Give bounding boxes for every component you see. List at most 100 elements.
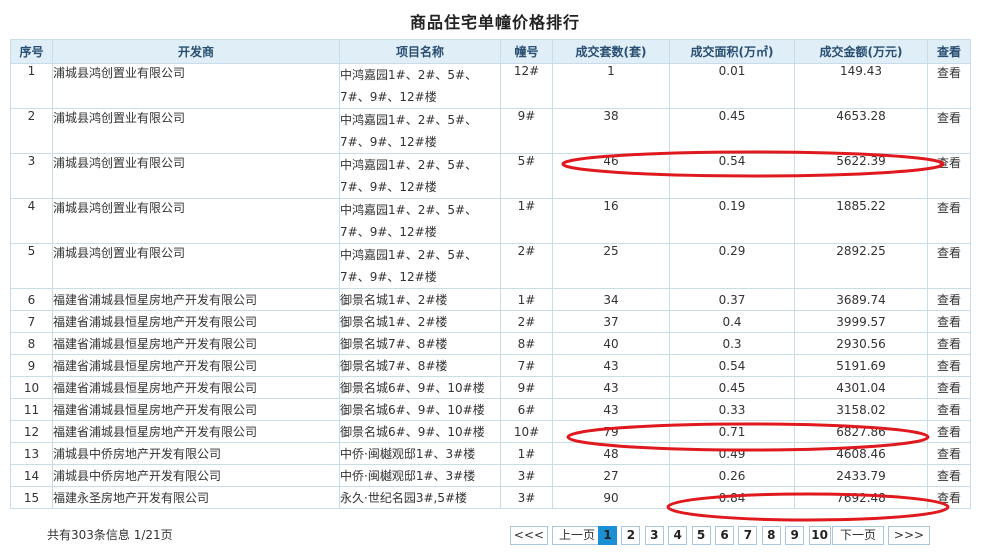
row-number: 3 — [10, 153, 53, 199]
building-cell: 1# — [500, 442, 553, 465]
page-button-active[interactable]: 1 — [598, 526, 617, 545]
column-header-building: 幢号 — [500, 39, 553, 64]
page-button[interactable]: 2 — [621, 526, 641, 545]
developer-cell: 浦城县鸿创置业有限公司 — [52, 63, 340, 109]
area-cell: 0.26 — [669, 464, 795, 487]
amount-cell: 1885.22 — [794, 198, 928, 244]
developer-cell: 浦城县鸿创置业有限公司 — [52, 243, 340, 289]
amount-cell: 2433.79 — [794, 464, 928, 487]
amount-cell: 3689.74 — [794, 288, 928, 311]
area-cell: 0.49 — [669, 442, 795, 465]
project-cell: 御景名城6#、9#、10#楼 — [339, 420, 501, 443]
project-cell: 御景名城6#、9#、10#楼 — [339, 376, 501, 399]
amount-cell: 4301.04 — [794, 376, 928, 399]
building-cell: 9# — [500, 376, 553, 399]
view-link[interactable]: 查看 — [927, 464, 971, 487]
view-link[interactable]: 查看 — [927, 332, 971, 355]
table-row: 7 福建省浦城县恒星房地产开发有限公司 御景名城1#、2#楼 2# 37 0.4 3999.… — [10, 310, 971, 333]
amount-cell: 7692.48 — [794, 486, 928, 509]
column-header-no: 序号 — [10, 39, 53, 64]
building-cell: 1# — [500, 288, 553, 311]
amount-cell: 4653.28 — [794, 108, 928, 154]
table-row: 3 浦城县鸿创置业有限公司 中鸿嘉园1#、2#、5#、 7#、9#、12#楼 5# 46 0… — [10, 153, 971, 199]
amount-cell: 3999.57 — [794, 310, 928, 333]
area-cell: 0.45 — [669, 376, 795, 399]
project-name-line: 7#、9#、12#楼 — [340, 270, 437, 284]
building-cell: 10# — [500, 420, 553, 443]
row-number: 13 — [10, 442, 53, 465]
next-page-button[interactable]: 下一页 — [832, 526, 884, 545]
page-button[interactable]: 6 — [715, 526, 734, 545]
view-link[interactable]: 查看 — [927, 486, 971, 509]
project-name-line: 7#、9#、12#楼 — [340, 180, 437, 194]
amount-cell: 4608.46 — [794, 442, 928, 465]
column-header-project: 项目名称 — [339, 39, 501, 64]
project-cell: 中鸿嘉园1#、2#、5#、 7#、9#、12#楼 — [339, 63, 501, 109]
row-number: 7 — [10, 310, 53, 333]
table-row: 15 福建永圣房地产开发有限公司 永久·世纪名园3#,5#楼 3# 90 0.84 7692… — [10, 486, 971, 509]
table-row: 5 浦城县鸿创置业有限公司 中鸿嘉园1#、2#、5#、 7#、9#、12#楼 2# 25 0… — [10, 243, 971, 289]
area-cell: 0.01 — [669, 63, 795, 109]
project-name-line: 中鸿嘉园1#、2#、5#、 — [340, 158, 478, 172]
row-number: 5 — [10, 243, 53, 289]
page-button[interactable]: 10 — [808, 526, 831, 545]
building-cell: 1# — [500, 198, 553, 244]
first-page-button[interactable]: <<< — [510, 526, 548, 545]
area-cell: 0.84 — [669, 486, 795, 509]
page-title: 商品住宅单幢价格排行 — [409, 13, 580, 32]
units-cell: 48 — [552, 442, 670, 465]
developer-cell: 浦城县中侨房地产开发有限公司 — [52, 442, 340, 465]
developer-cell: 浦城县鸿创置业有限公司 — [52, 198, 340, 244]
table-row: 4 浦城县鸿创置业有限公司 中鸿嘉园1#、2#、5#、 7#、9#、12#楼 1# 16 0… — [10, 198, 971, 244]
view-link[interactable]: 查看 — [927, 420, 971, 443]
page-button[interactable]: 5 — [691, 526, 711, 545]
table-row: 13 浦城县中侨房地产开发有限公司 中侨·闽樾观邸1#、3#楼 1# 48 0.49 460… — [10, 442, 971, 465]
building-cell: 9# — [500, 108, 553, 154]
area-cell: 0.19 — [669, 198, 795, 244]
row-number: 10 — [10, 376, 53, 399]
view-link[interactable]: 查看 — [927, 376, 971, 399]
page-button[interactable]: 7 — [738, 526, 758, 545]
view-link[interactable]: 查看 — [927, 442, 971, 465]
view-link[interactable]: 查看 — [927, 63, 971, 109]
units-cell: 1 — [552, 63, 670, 109]
project-cell: 中鸿嘉园1#、2#、5#、 7#、9#、12#楼 — [339, 108, 501, 154]
view-link[interactable]: 查看 — [927, 198, 971, 244]
project-name-line: 7#、9#、12#楼 — [340, 135, 437, 149]
view-link[interactable]: 查看 — [927, 310, 971, 333]
units-cell: 43 — [552, 398, 670, 421]
area-cell: 0.45 — [669, 108, 795, 154]
developer-cell: 福建省浦城县恒星房地产开发有限公司 — [52, 354, 340, 377]
units-cell: 37 — [552, 310, 670, 333]
page-button[interactable]: 9 — [785, 526, 805, 545]
units-cell: 79 — [552, 420, 670, 443]
prev-page-button[interactable]: 上一页 — [552, 526, 602, 545]
last-page-button[interactable]: >>> — [888, 526, 930, 545]
building-cell: 12# — [500, 63, 553, 109]
building-cell: 6# — [500, 398, 553, 421]
units-cell: 25 — [552, 243, 670, 289]
page-button[interactable]: 4 — [668, 526, 688, 545]
amount-cell: 3158.02 — [794, 398, 928, 421]
view-link[interactable]: 查看 — [927, 288, 971, 311]
view-link[interactable]: 查看 — [927, 243, 971, 289]
project-cell: 御景名城7#、8#楼 — [339, 332, 501, 355]
view-link[interactable]: 查看 — [927, 398, 971, 421]
view-link[interactable]: 查看 — [927, 354, 971, 377]
project-name-line: 中鸿嘉园1#、2#、5#、 — [340, 113, 478, 127]
table-row: 14 浦城县中侨房地产开发有限公司 中侨·闽樾观邸1#、3#楼 3# 27 0.26 243… — [10, 464, 971, 487]
page-button[interactable]: 3 — [644, 526, 664, 545]
table-row: 10 福建省浦城县恒星房地产开发有限公司 御景名城6#、9#、10#楼 9# 43 0.4… — [10, 376, 971, 399]
view-link[interactable]: 查看 — [927, 108, 971, 154]
row-number: 12 — [10, 420, 53, 443]
row-number: 1 — [10, 63, 53, 109]
developer-cell: 浦城县中侨房地产开发有限公司 — [52, 464, 340, 487]
view-link[interactable]: 查看 — [927, 153, 971, 199]
table-row: 6 福建省浦城县恒星房地产开发有限公司 御景名城1#、2#楼 1# 34 0.37 3689… — [10, 288, 971, 311]
column-header-units: 成交套数(套) — [552, 39, 670, 64]
amount-cell: 5622.39 — [794, 153, 928, 199]
area-cell: 0.29 — [669, 243, 795, 289]
table-row: 2 浦城县鸿创置业有限公司 中鸿嘉园1#、2#、5#、 7#、9#、12#楼 9# 38 0… — [10, 108, 971, 154]
table-row: 9 福建省浦城县恒星房地产开发有限公司 御景名城7#、8#楼 7# 43 0.54 5191… — [10, 354, 971, 377]
page-button[interactable]: 8 — [761, 526, 781, 545]
